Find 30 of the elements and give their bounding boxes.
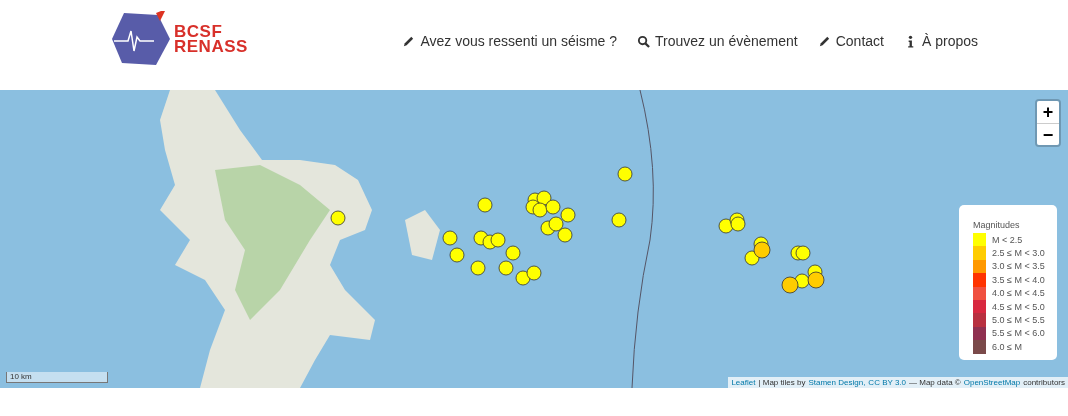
attribution-link[interactable]: CC BY 3.0 — [868, 378, 906, 387]
attribution-text: — Map data © — [909, 378, 961, 387]
attribution-text: | Map tiles by — [758, 378, 806, 387]
zoom-in-button[interactable]: + — [1037, 101, 1059, 123]
legend-label: 4.0 ≤ M < 4.5 — [992, 288, 1045, 299]
nav-link[interactable]: Contact — [817, 33, 884, 49]
pencil-icon — [402, 34, 416, 48]
pencil-icon — [817, 34, 831, 48]
legend-label: M < 2.5 — [992, 234, 1023, 245]
legend-label: 5.5 ≤ M < 6.0 — [992, 328, 1045, 339]
legend-label: 5.0 ≤ M < 5.5 — [992, 315, 1045, 326]
nav-link[interactable]: Avez vous ressenti un séisme ? — [402, 33, 617, 49]
attribution-link[interactable]: Stamen Design, — [808, 378, 866, 387]
attribution-link[interactable]: OpenStreetMap — [963, 378, 1021, 387]
logo-text: BCSF — [174, 24, 223, 39]
attribution-link[interactable]: Leaflet — [731, 378, 756, 387]
logo-text: RENASS — [174, 39, 248, 54]
legend-title: Magnitudes — [973, 220, 1021, 230]
zoom-out-button[interactable]: − — [1037, 123, 1059, 145]
attribution-text: contributors — [1023, 378, 1065, 387]
legend-label: 2.5 ≤ M < 3.0 — [992, 248, 1045, 259]
nav-link[interactable]: Trouvez un évènement — [637, 33, 798, 49]
legend-label: 3.5 ≤ M < 4.0 — [992, 274, 1045, 285]
search-icon — [637, 34, 650, 48]
legend-label: 3.0 ≤ M < 3.5 — [992, 261, 1045, 272]
logo-icon — [110, 11, 172, 67]
legend-label: 6.0 ≤ M — [992, 341, 1022, 352]
legend-label: 4.5 ≤ M < 5.0 — [992, 301, 1045, 312]
nav-link[interactable]: À propos — [903, 33, 978, 49]
scale-bar: 10 km — [6, 372, 108, 383]
